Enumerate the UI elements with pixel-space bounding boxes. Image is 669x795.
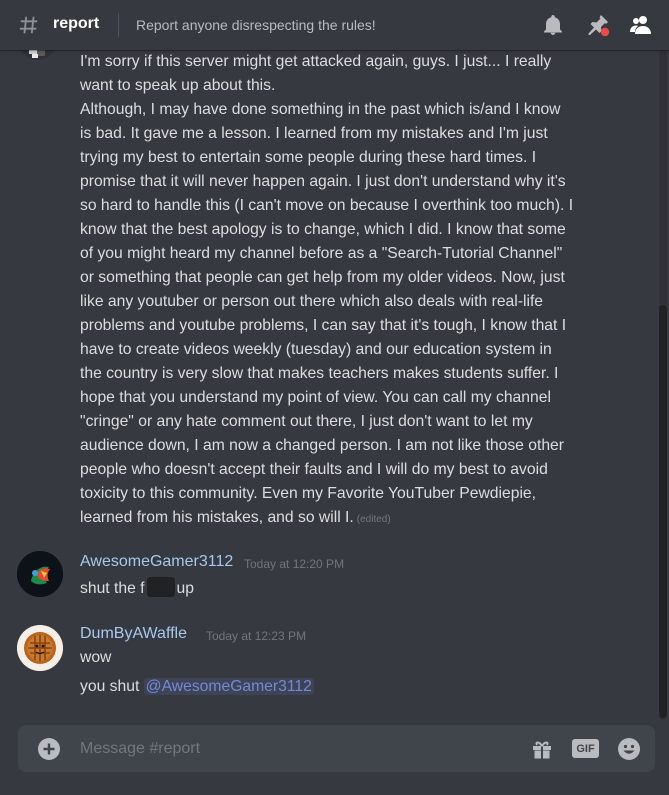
avatar[interactable] bbox=[17, 625, 63, 671]
message-line: I'm sorry if this server might get attac… bbox=[80, 53, 552, 70]
channel-name: report bbox=[53, 15, 100, 32]
message-line: like any youtuber or person out there wh… bbox=[80, 293, 544, 310]
avatar[interactable] bbox=[17, 50, 57, 60]
message-line: is bad. It gave me a lesson. I learned f… bbox=[80, 125, 548, 142]
message-line: hope that you understand my point of vie… bbox=[80, 389, 551, 406]
message-content: you shut @AwesomeGamer3112 bbox=[80, 678, 314, 696]
scrollbar-thumb[interactable] bbox=[659, 305, 667, 718]
members-icon[interactable] bbox=[629, 13, 653, 37]
message-list[interactable]: I'm sorry if this server might get attac… bbox=[0, 50, 669, 720]
channel-topic[interactable]: Report anyone disrespecting the rules! bbox=[136, 17, 376, 33]
header-divider bbox=[118, 13, 119, 37]
message-line: know that the best apology is to change,… bbox=[80, 221, 566, 238]
message-input[interactable] bbox=[80, 725, 520, 772]
message-line: so hard to handle this (I can't move on … bbox=[80, 197, 574, 214]
discord-window: report Report anyone disrespecting the r… bbox=[0, 0, 669, 795]
emoji-icon[interactable] bbox=[617, 737, 641, 761]
message-content: wow bbox=[80, 649, 112, 666]
message-content: shut the f up bbox=[80, 577, 194, 598]
message-line: or something that people can get help fr… bbox=[80, 269, 565, 286]
channel-header: report Report anyone disrespecting the r… bbox=[0, 0, 669, 50]
message-line: problems and youtube problems, I can say… bbox=[80, 317, 567, 334]
message-author[interactable]: DumByAWaffle bbox=[80, 625, 187, 643]
message-line: toxicity to this community. Even my Favo… bbox=[80, 485, 537, 502]
user-mention[interactable]: @AwesomeGamer3112 bbox=[143, 678, 314, 695]
message-text: you shut bbox=[80, 678, 144, 695]
notification-dot bbox=[600, 27, 610, 37]
message-text: up bbox=[176, 580, 194, 597]
message-line: want to speak up about this. bbox=[80, 77, 276, 94]
edited-label: (edited) bbox=[356, 514, 391, 525]
avatar[interactable] bbox=[17, 551, 63, 597]
hash-icon bbox=[19, 16, 38, 34]
spoiler-block[interactable] bbox=[146, 577, 175, 597]
message-line: have to create videos weekly (tuesday) a… bbox=[80, 341, 552, 358]
add-attachment-icon[interactable] bbox=[37, 737, 61, 761]
message-line: people who doesn't accept their faults a… bbox=[80, 461, 548, 478]
message-line: Although, I may have done something in t… bbox=[80, 101, 561, 118]
message-line: "cringe" or any hate comment out there, … bbox=[80, 413, 533, 430]
message-line-text: learned from his mistakes, and so will I… bbox=[80, 509, 354, 526]
message-line: the country is very slow that makes teac… bbox=[80, 365, 559, 382]
gif-label: GIF bbox=[576, 742, 595, 755]
message-timestamp: Today at 12:20 PM bbox=[244, 557, 345, 571]
gif-button[interactable]: GIF bbox=[572, 739, 599, 758]
message-line: learned from his mistakes, and so will I… bbox=[80, 506, 625, 532]
message-composer: GIF bbox=[18, 725, 655, 772]
gift-icon[interactable] bbox=[530, 737, 554, 761]
message-author[interactable]: AwesomeGamer3112 bbox=[80, 553, 233, 571]
message-line: promise that it will never happen again.… bbox=[80, 173, 566, 190]
message-content-long: I'm sorry if this server might get attac… bbox=[80, 50, 625, 532]
message-line: of you might heard my channel before as … bbox=[80, 245, 563, 262]
message-line: trying my best to entertain some people … bbox=[80, 149, 537, 166]
message-timestamp: Today at 12:23 PM bbox=[206, 629, 307, 643]
message-line: audience down, I am now a changed person… bbox=[80, 437, 564, 454]
message-text: shut the f bbox=[80, 580, 145, 597]
pin-icon[interactable] bbox=[586, 13, 610, 37]
bell-icon[interactable] bbox=[541, 13, 565, 37]
